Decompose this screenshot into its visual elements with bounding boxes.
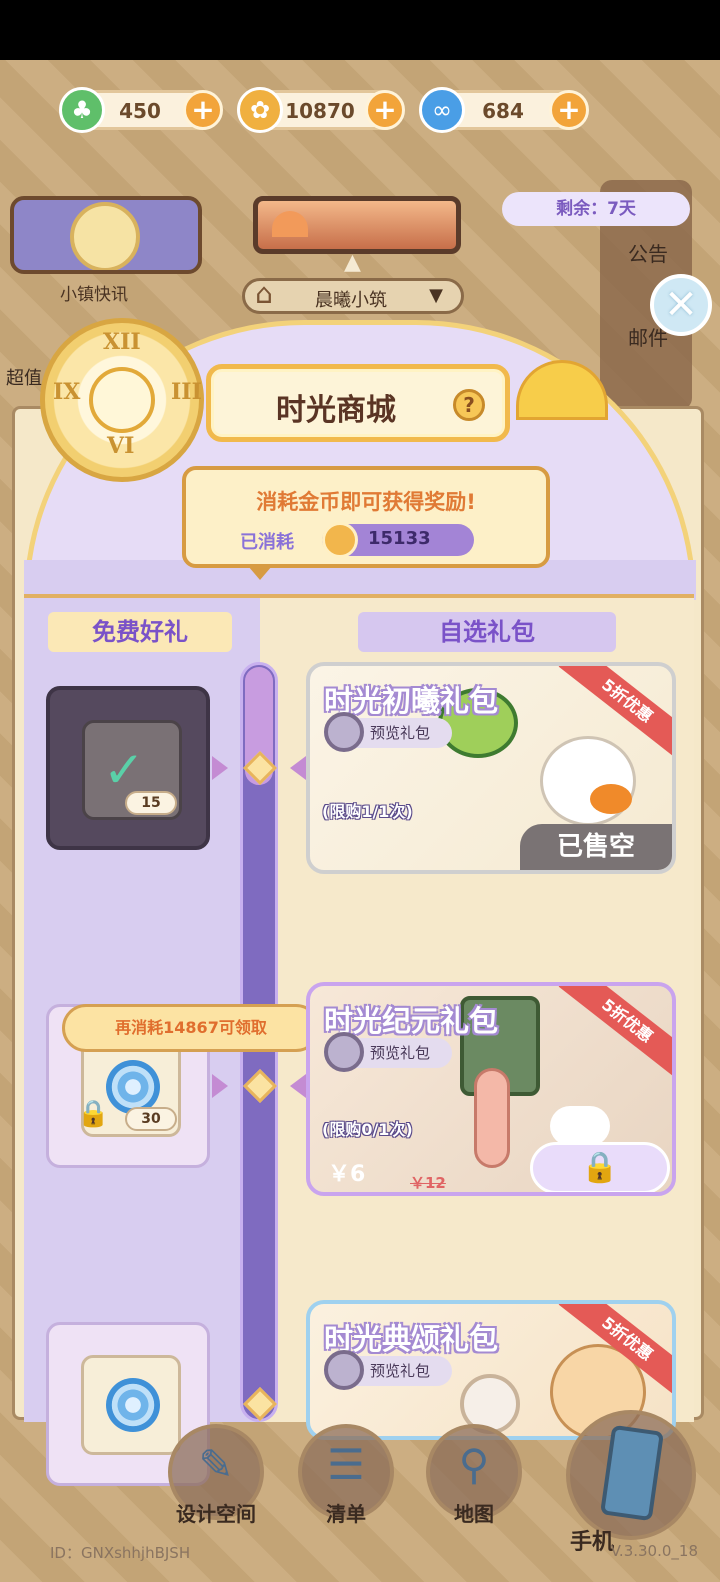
close-button[interactable]: ✕ <box>650 274 712 336</box>
phone-icon <box>599 1424 665 1522</box>
remaining-time-badge: 剩余：7天 <box>502 192 690 226</box>
sunrise-icon <box>272 211 308 237</box>
pointer-left <box>212 1074 228 1098</box>
swirl-amount: 684 <box>482 99 524 123</box>
swirl-icon <box>106 1060 160 1114</box>
checklist-icon: ☰ <box>327 1440 365 1489</box>
map-label: 地图 <box>454 1502 494 1526</box>
preview-pack-button[interactable]: 预览礼包 <box>324 1350 452 1390</box>
clover-icon: ♣ <box>59 87 105 133</box>
help-button[interactable]: ? <box>453 389 485 421</box>
pack-art <box>550 1106 610 1146</box>
free-gift-slot-1[interactable]: ✓ 15 <box>46 686 210 850</box>
town-news-label: 小镇快讯 <box>60 285 128 305</box>
spend-reward-info: 消耗金币即可获得奖励! 已消耗 15133 <box>182 466 550 580</box>
clover-amount: 450 <box>119 99 161 123</box>
clover-currency-display: ♣ 450 + <box>59 87 223 133</box>
coin-icon: ✿ <box>237 87 283 133</box>
sold-out-label: 已售空 <box>520 824 672 870</box>
gift-pack-1[interactable]: 时光初曦礼包 预览礼包 5折优惠 (限购1/1次) 已售空 <box>306 662 676 874</box>
clock-emblem-icon: XII IX III VI <box>40 318 204 482</box>
reward-tile: ✓ 15 <box>82 720 182 820</box>
pack-art <box>540 736 636 826</box>
status-bar <box>0 0 720 60</box>
swirl-icon: ∞ <box>419 87 465 133</box>
home-icon: ⌂ <box>255 277 273 310</box>
arrow-up-icon: ▲ <box>344 250 361 275</box>
phone-button[interactable]: 手机 <box>566 1410 696 1555</box>
design-space-button[interactable]: ✎ 设计空间 <box>168 1424 264 1534</box>
preview-label: 预览礼包 <box>370 1362 431 1380</box>
reward-headline: 消耗金币即可获得奖励! <box>256 490 476 514</box>
map-button[interactable]: ⚲ 地图 <box>426 1424 522 1534</box>
clock-face <box>89 367 155 433</box>
preview-label: 预览礼包 <box>370 1044 431 1062</box>
purchase-limit: (限购1/1次) <box>322 802 413 821</box>
purchase-limit: (限购0/1次) <box>322 1120 413 1139</box>
magnifier-icon <box>324 1350 364 1390</box>
version-label: V.3.30.0_18 <box>610 1542 698 1560</box>
consume-tip: 再消耗14867可领取 <box>62 1004 320 1052</box>
tooltip-tail <box>248 566 272 580</box>
lock-icon: 🔒 <box>77 1099 110 1129</box>
coin-amount: 10870 <box>285 99 355 123</box>
pick-gift-header: 自选礼包 <box>358 612 616 652</box>
free-gift-header: 免费好礼 <box>48 612 232 652</box>
coin-icon <box>322 522 358 558</box>
reward-tile <box>81 1355 181 1455</box>
design-space-label: 设计空间 <box>176 1502 256 1526</box>
preview-label: 预览礼包 <box>370 724 431 742</box>
pack-art <box>590 784 632 814</box>
swirl-icon <box>106 1378 160 1432</box>
pointer-left <box>212 756 228 780</box>
coin-currency-display: ✿ 10870 + <box>237 87 405 133</box>
user-id: ID：GNXshhjhBJSH <box>50 1544 191 1562</box>
magnifier-icon <box>324 712 364 752</box>
checklist-label: 清单 <box>326 1502 366 1526</box>
checklist-button[interactable]: ☰ 清单 <box>298 1424 394 1534</box>
pointer-right <box>290 756 306 780</box>
dropdown-icon: ▼ <box>429 285 443 306</box>
preview-pack-button[interactable]: 预览礼包 <box>324 1032 452 1072</box>
add-swirl-button[interactable]: + <box>549 90 589 130</box>
used-value: 15133 <box>368 528 431 549</box>
gift-pack-2[interactable]: 时光纪元礼包 预览礼包 5折优惠 (限购0/1次) ￥6 ￥12 🔒 <box>306 982 676 1196</box>
pointer-right <box>290 1074 306 1098</box>
locked-buy-button[interactable]: 🔒 <box>530 1142 670 1192</box>
divider <box>24 594 694 598</box>
notice-button[interactable]: 公告 <box>606 238 690 267</box>
weather-panel[interactable] <box>253 196 461 254</box>
shop-title: 时光商城 <box>276 393 396 428</box>
value-deal-label[interactable]: 超值 <box>6 364 42 390</box>
location-name: 晨曦小筑 <box>315 290 387 311</box>
location-selector[interactable]: ⌂ 晨曦小筑 ▼ <box>242 277 464 314</box>
blueprint-icon: ✎ <box>198 1440 234 1489</box>
map-pin-icon: ⚲ <box>458 1440 490 1489</box>
magnifier-icon <box>324 1032 364 1072</box>
used-label: 已消耗 <box>240 532 294 553</box>
clock-icon <box>70 202 140 270</box>
discount-badge: 5折优惠 <box>558 986 672 1079</box>
reward-count: 15 <box>125 791 177 815</box>
reward-count: 30 <box>125 1107 177 1131</box>
add-coin-button[interactable]: + <box>365 90 405 130</box>
add-clover-button[interactable]: + <box>183 90 223 130</box>
town-news-button[interactable] <box>10 196 202 274</box>
pack-price: ￥6 <box>328 1162 366 1187</box>
pack-art <box>474 1068 510 1168</box>
swirl-currency-display: ∞ 684 + <box>419 87 589 133</box>
original-price: ￥12 <box>410 1174 446 1192</box>
shop-title-banner: 时光商城 ? <box>206 364 510 442</box>
preview-pack-button[interactable]: 预览礼包 <box>324 712 452 752</box>
